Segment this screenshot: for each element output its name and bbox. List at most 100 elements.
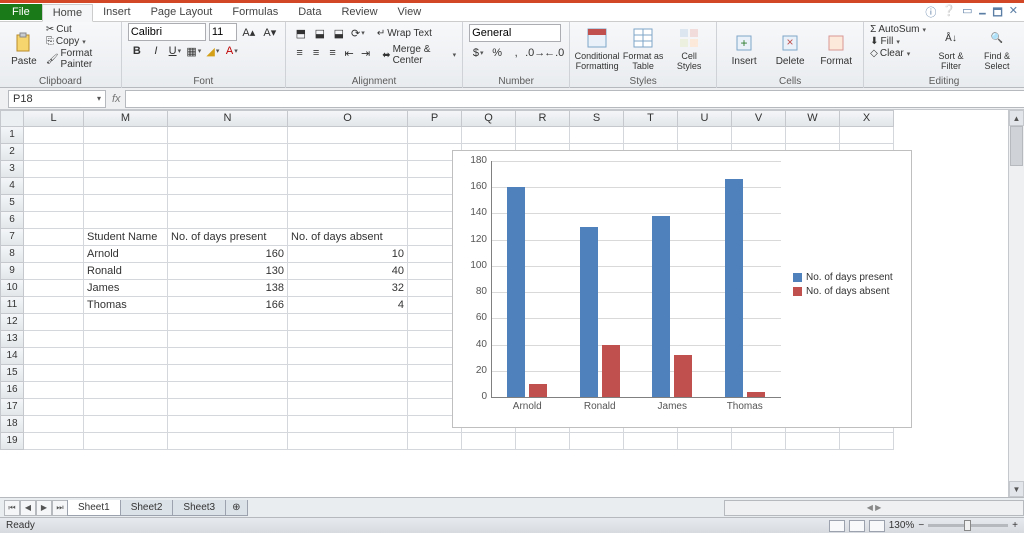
tab-file[interactable]: File	[0, 4, 42, 20]
cell[interactable]	[84, 348, 168, 365]
cell[interactable]	[24, 161, 84, 178]
font-color-button[interactable]: A	[223, 42, 241, 60]
embedded-chart[interactable]: 020406080100120140160180 ArnoldRonaldJam…	[452, 150, 912, 428]
fill-color-button[interactable]: ◢	[204, 42, 222, 60]
data-cell[interactable]: Ronald	[84, 263, 168, 280]
cell[interactable]	[24, 433, 84, 450]
cell[interactable]	[732, 127, 786, 144]
cell[interactable]	[288, 212, 408, 229]
cell[interactable]	[84, 314, 168, 331]
conditional-formatting-button[interactable]: Conditional Formatting	[576, 24, 618, 74]
cell[interactable]	[84, 416, 168, 433]
row-header[interactable]: 5	[0, 195, 24, 212]
column-header[interactable]: X	[840, 110, 894, 127]
cell[interactable]	[168, 161, 288, 178]
data-cell[interactable]: 166	[168, 297, 288, 314]
cell[interactable]	[24, 246, 84, 263]
sheet-tab-1[interactable]: Sheet1	[67, 500, 121, 516]
delete-cells-button[interactable]: ×Delete	[769, 24, 811, 74]
cell[interactable]	[408, 127, 462, 144]
clear-button[interactable]: ◇Clear	[870, 48, 926, 59]
cell[interactable]	[288, 144, 408, 161]
orientation-icon[interactable]: ⟳	[349, 24, 367, 42]
cell[interactable]	[168, 416, 288, 433]
row-header[interactable]: 7	[0, 229, 24, 246]
cell[interactable]	[288, 382, 408, 399]
cell[interactable]	[24, 195, 84, 212]
italic-button[interactable]: I	[147, 42, 165, 60]
cell[interactable]	[24, 314, 84, 331]
fill-button[interactable]: ⬇Fill	[870, 36, 926, 47]
cell[interactable]	[24, 348, 84, 365]
row-header[interactable]: 15	[0, 365, 24, 382]
cell[interactable]	[84, 382, 168, 399]
format-cells-button[interactable]: Format	[815, 24, 857, 74]
cell[interactable]	[168, 178, 288, 195]
column-header[interactable]: W	[786, 110, 840, 127]
insert-cells-button[interactable]: +Insert	[723, 24, 765, 74]
data-cell[interactable]: 4	[288, 297, 408, 314]
column-header[interactable]: M	[84, 110, 168, 127]
row-header[interactable]: 13	[0, 331, 24, 348]
data-cell[interactable]: Student Name	[84, 229, 168, 246]
tab-page-layout[interactable]: Page Layout	[141, 4, 223, 20]
data-cell[interactable]: Thomas	[84, 297, 168, 314]
border-button[interactable]: ▦	[185, 42, 203, 60]
cell[interactable]	[84, 433, 168, 450]
cell[interactable]	[624, 127, 678, 144]
row-header[interactable]: 11	[0, 297, 24, 314]
row-header[interactable]: 1	[0, 127, 24, 144]
cell[interactable]	[84, 331, 168, 348]
data-cell[interactable]: 40	[288, 263, 408, 280]
align-left-icon[interactable]: ≡	[292, 44, 308, 62]
align-right-icon[interactable]: ≡	[325, 44, 341, 62]
cell[interactable]	[24, 416, 84, 433]
align-center-icon[interactable]: ≡	[308, 44, 324, 62]
cell[interactable]	[288, 365, 408, 382]
cell[interactable]	[24, 331, 84, 348]
sheet-tab-2[interactable]: Sheet2	[120, 500, 174, 516]
cell[interactable]	[24, 297, 84, 314]
cell[interactable]	[84, 195, 168, 212]
autosum-button[interactable]: ΣAutoSum	[870, 24, 926, 35]
cell[interactable]	[408, 433, 462, 450]
row-header[interactable]: 2	[0, 144, 24, 161]
sheet-nav[interactable]: ⏮◀▶⏭	[4, 500, 68, 516]
data-cell[interactable]: 130	[168, 263, 288, 280]
cell[interactable]	[786, 127, 840, 144]
tab-data[interactable]: Data	[288, 4, 331, 20]
cell[interactable]	[24, 263, 84, 280]
data-cell[interactable]: 138	[168, 280, 288, 297]
data-cell[interactable]: No. of days absent	[288, 229, 408, 246]
column-header[interactable]: U	[678, 110, 732, 127]
column-header[interactable]: S	[570, 110, 624, 127]
window-controls[interactable]: ⓘ❔▭🗕🗖✕	[925, 4, 1018, 23]
underline-button[interactable]: U	[166, 42, 184, 60]
copy-button[interactable]: ⎘Copy	[46, 36, 115, 47]
tab-formulas[interactable]: Formulas	[222, 4, 288, 20]
zoom-in-button[interactable]: +	[1012, 520, 1018, 531]
cell[interactable]	[516, 433, 570, 450]
cell[interactable]	[24, 229, 84, 246]
row-header[interactable]: 17	[0, 399, 24, 416]
data-cell[interactable]: 32	[288, 280, 408, 297]
font-name-select[interactable]	[128, 23, 206, 41]
cell[interactable]	[570, 433, 624, 450]
cell[interactable]	[84, 365, 168, 382]
cell[interactable]	[168, 348, 288, 365]
cell[interactable]	[732, 433, 786, 450]
cell[interactable]	[288, 433, 408, 450]
cell[interactable]	[168, 382, 288, 399]
cell[interactable]	[678, 433, 732, 450]
wrap-text-button[interactable]: ↵Wrap Text	[377, 24, 432, 42]
currency-icon[interactable]: $	[469, 44, 487, 62]
cell[interactable]	[288, 399, 408, 416]
column-header[interactable]: L	[24, 110, 84, 127]
align-top-icon[interactable]: ⬒	[292, 24, 310, 42]
find-select-button[interactable]: 🔍Find & Select	[976, 24, 1018, 74]
formula-bar[interactable]	[125, 90, 1024, 108]
fx-icon[interactable]: fx	[112, 93, 121, 105]
column-header[interactable]: T	[624, 110, 678, 127]
cell[interactable]	[288, 195, 408, 212]
data-cell[interactable]: James	[84, 280, 168, 297]
